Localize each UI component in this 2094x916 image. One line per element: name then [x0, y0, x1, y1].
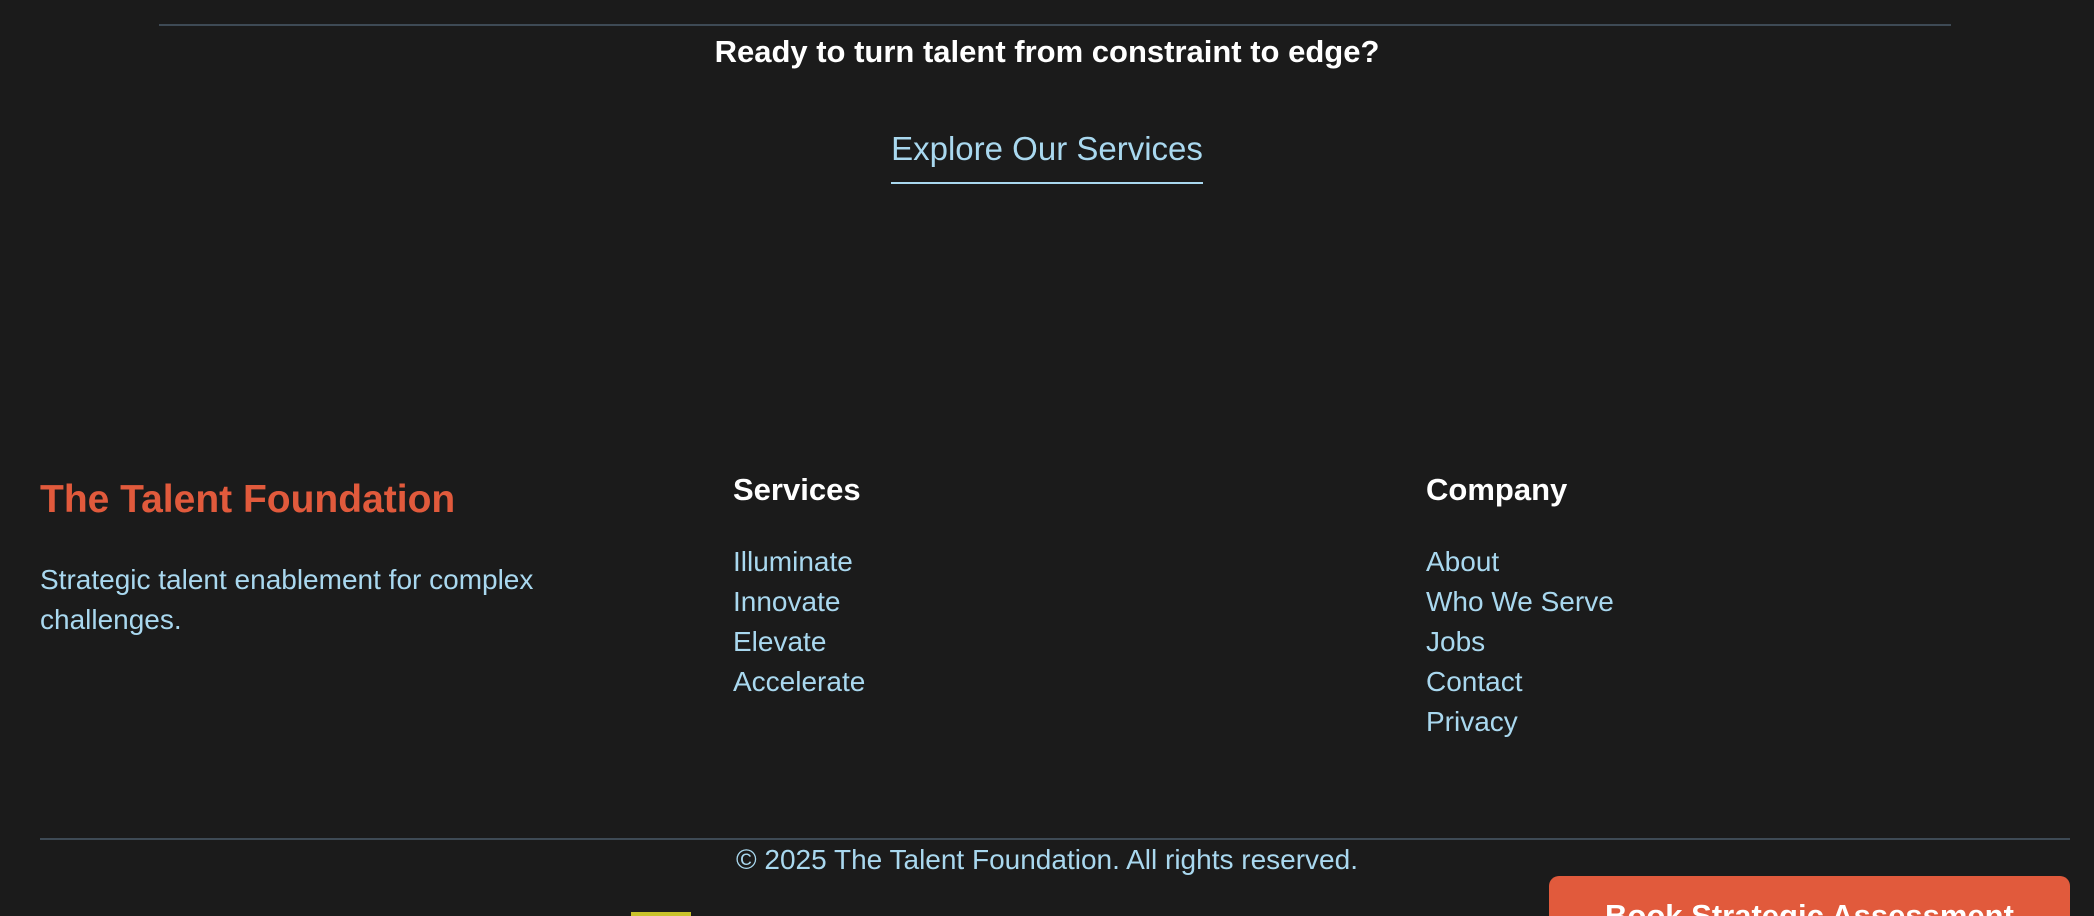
footer-link-about[interactable]: About	[1426, 542, 1614, 582]
explore-services-link[interactable]: Explore Our Services	[891, 128, 1203, 184]
footer-link-who-we-serve[interactable]: Who We Serve	[1426, 582, 1614, 622]
footer-services-heading: Services	[733, 472, 861, 507]
footer-link-accelerate[interactable]: Accelerate	[733, 662, 865, 702]
footer-company-heading: Company	[1426, 472, 1568, 507]
footer-link-elevate[interactable]: Elevate	[733, 622, 865, 662]
book-strategic-assessment-button[interactable]: Book Strategic Assessment	[1549, 876, 2070, 916]
copyright-text: © 2025 The Talent Foundation. All rights…	[736, 844, 1358, 875]
footer-services-list: Illuminate Innovate Elevate Accelerate	[733, 542, 865, 702]
footer-link-innovate[interactable]: Innovate	[733, 582, 865, 622]
cta-link-container: Explore Our Services	[0, 128, 2094, 184]
cta-heading: Ready to turn talent from constraint to …	[714, 34, 1380, 69]
footer-brand-tagline: Strategic talent enablement for complex …	[40, 564, 534, 635]
footer-link-privacy[interactable]: Privacy	[1426, 702, 1614, 742]
page: Ready to turn talent from constraint to …	[0, 0, 2094, 916]
footer-link-illuminate[interactable]: Illuminate	[733, 542, 865, 582]
top-divider	[159, 24, 1951, 26]
cookie-badge[interactable]	[631, 912, 691, 916]
footer-link-jobs[interactable]: Jobs	[1426, 622, 1614, 662]
footer-brand-title: The Talent Foundation	[40, 478, 456, 521]
footer-link-contact[interactable]: Contact	[1426, 662, 1614, 702]
footer-company-list: About Who We Serve Jobs Contact Privacy	[1426, 542, 1614, 742]
